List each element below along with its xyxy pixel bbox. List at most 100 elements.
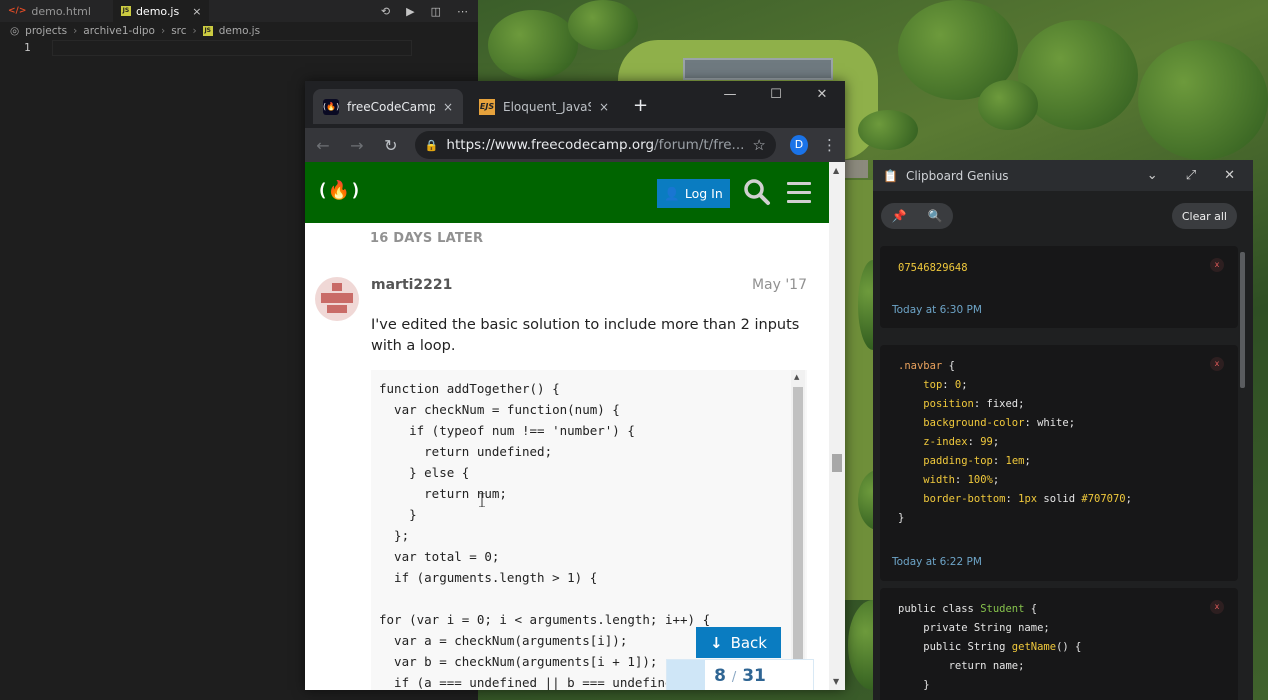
forum-header: (🔥) 👤 Log In <box>305 162 845 223</box>
post-date[interactable]: May '17 <box>752 277 807 293</box>
js-file-icon: JS <box>120 6 131 16</box>
remove-item-button[interactable]: x <box>1210 600 1224 614</box>
tab-label: demo.html <box>31 4 91 18</box>
search-icon[interactable]: 🔍 <box>928 209 943 223</box>
window-title: Clipboard Genius <box>905 168 1009 183</box>
chevron-right-icon: › <box>73 25 78 37</box>
breadcrumb-item[interactable]: src <box>171 25 186 37</box>
forum-page: (🔥) 👤 Log In 16 DAYS LATER marti2221 May… <box>305 162 845 690</box>
run-icon[interactable]: ▶ <box>406 5 414 18</box>
clipboard-item[interactable]: x .navbar { top: 0; position: fixed; bac… <box>880 345 1238 581</box>
tab-demo-html[interactable]: </> demo.html <box>0 0 99 22</box>
tab-eloquent-javascript[interactable]: EJS Eloquent_JavaScript × <box>469 89 619 124</box>
tab-freecodecamp[interactable]: (🔥) freeCodeCamp Forum × <box>313 89 463 124</box>
clip-timestamp: Today at 6:22 PM <box>892 556 982 568</box>
avatar[interactable] <box>315 277 359 321</box>
expand-icon[interactable]: ⤢ <box>1186 168 1196 183</box>
chevron-right-icon: › <box>160 25 166 37</box>
scroll-up-icon[interactable]: ▲ <box>794 373 799 381</box>
profile-avatar[interactable]: D <box>789 135 808 155</box>
tab-label: freeCodeCamp Forum <box>347 99 435 114</box>
breadcrumb-item[interactable]: archive1-dipo <box>83 25 155 37</box>
browser-toolbar: ← → ↻ 🔒 https://www.freecodecamp.org/for… <box>305 128 845 162</box>
chevron-right-icon: › <box>192 25 197 37</box>
chevron-down-icon[interactable]: ⌄ <box>1147 168 1158 183</box>
clipboard-item[interactable]: x 07546829648 Today at 6:30 PM <box>880 246 1238 328</box>
search-icon[interactable] <box>743 178 771 206</box>
scroll-down-icon[interactable]: ▼ <box>833 677 839 686</box>
kebab-menu-icon[interactable]: ⋮ <box>822 136 837 154</box>
page-scrollbar[interactable]: ▲ ▼ <box>829 162 845 690</box>
hamburger-menu-icon[interactable] <box>787 182 811 204</box>
freecodecamp-logo[interactable]: (🔥) <box>317 180 361 201</box>
tab-label: Eloquent_JavaScript <box>503 99 591 114</box>
new-tab-button[interactable]: + <box>633 95 648 116</box>
editor-tab-bar: </> demo.html JS demo.js × ⟲ ▶ ◫ ⋯ <box>0 0 478 22</box>
breadcrumb: ◎ projects › archive1-dipo › src › JS de… <box>0 22 478 40</box>
topic-progress[interactable]: 8 / 31 <box>666 659 814 690</box>
back-button[interactable]: ↓ Back <box>696 627 781 658</box>
breadcrumb-item[interactable]: demo.js <box>219 25 260 37</box>
arrow-down-icon: ↓ <box>710 633 723 652</box>
clip-text: 07546829648 <box>898 262 968 274</box>
address-bar[interactable]: 🔒 https://www.freecodecamp.org/forum/t/f… <box>414 131 776 159</box>
time-gap-label: 16 DAYS LATER <box>370 231 484 246</box>
clipboard-title-bar: 📋 Clipboard Genius ⌄ ⤢ ✕ <box>873 160 1253 191</box>
forward-arrow-icon[interactable]: → <box>347 136 367 155</box>
freecodecamp-favicon: (🔥) <box>323 98 339 115</box>
close-tab-icon[interactable]: × <box>443 100 453 114</box>
maximize-icon[interactable]: ☐ <box>753 87 799 102</box>
post-username[interactable]: marti2221 <box>371 277 452 293</box>
reload-icon[interactable]: ↻ <box>381 136 401 155</box>
clipboard-scrollbar[interactable] <box>1240 252 1245 388</box>
back-arrow-icon[interactable]: ← <box>313 136 333 155</box>
clipboard-item[interactable]: x public class Student { private String … <box>880 588 1238 700</box>
lock-icon[interactable]: 🔒 <box>425 139 439 152</box>
back-label: Back <box>730 633 767 652</box>
clipboard-genius-window: 📋 Clipboard Genius ⌄ ⤢ ✕ 📌 🔍 Clear all x… <box>873 160 1253 700</box>
post-body: I've edited the basic solution to includ… <box>371 317 800 354</box>
progress-total: 31 <box>742 666 766 686</box>
target-icon: ◎ <box>10 25 20 37</box>
close-tab-icon[interactable]: × <box>192 5 201 18</box>
close-tab-icon[interactable]: × <box>599 100 609 114</box>
clip-code: public class Student { private String na… <box>898 603 1082 691</box>
compare-changes-icon[interactable]: ⟲ <box>381 5 390 18</box>
text-cursor-icon <box>479 493 485 507</box>
clipboard-icon: 📋 <box>883 168 898 183</box>
scrollbar-thumb[interactable] <box>793 387 803 677</box>
current-line-highlight <box>52 40 412 56</box>
scrollbar-thumb[interactable] <box>832 454 842 472</box>
user-icon: 👤 <box>664 185 680 201</box>
ejs-favicon: EJS <box>479 98 495 115</box>
code-scrollbar[interactable]: ▲ <box>791 370 805 690</box>
js-file-icon: JS <box>202 26 213 36</box>
login-button[interactable]: 👤 Log In <box>657 179 730 208</box>
scroll-up-icon[interactable]: ▲ <box>833 166 839 175</box>
tab-demo-js[interactable]: JS demo.js × <box>112 0 210 22</box>
pin-icon[interactable]: 📌 <box>892 209 907 223</box>
breadcrumb-item[interactable]: projects <box>25 25 67 37</box>
topic-post: 16 DAYS LATER marti2221 May '17 I've edi… <box>305 223 829 690</box>
close-window-icon[interactable]: ✕ <box>799 87 845 102</box>
code-content: function addTogether() { var checkNum = … <box>379 381 711 690</box>
remove-item-button[interactable]: x <box>1210 357 1224 371</box>
avatar-pixel <box>332 283 342 291</box>
browser-tab-bar: (🔥) freeCodeCamp Forum × EJS Eloquent_Ja… <box>305 81 845 128</box>
progress-separator: / <box>731 670 737 685</box>
clipboard-toolbar: 📌 🔍 Clear all <box>873 191 1253 243</box>
window-controls: — ☐ ✕ <box>707 87 845 102</box>
split-editor-icon[interactable]: ◫ <box>431 5 441 18</box>
close-icon[interactable]: ✕ <box>1224 168 1235 183</box>
minimize-icon[interactable]: — <box>707 87 753 102</box>
login-label: Log In <box>684 186 723 201</box>
chrome-window: (🔥) freeCodeCamp Forum × EJS Eloquent_Ja… <box>305 81 845 690</box>
more-actions-icon[interactable]: ⋯ <box>457 5 468 18</box>
clip-code: .navbar { top: 0; position: fixed; backg… <box>898 360 1132 524</box>
bookmark-star-icon[interactable]: ☆ <box>752 136 765 154</box>
html-file-icon: </> <box>8 6 27 16</box>
avatar-pixel <box>327 305 347 313</box>
clear-all-button[interactable]: Clear all <box>1171 203 1237 229</box>
url-text[interactable]: https://www.freecodecamp.org/forum/t/fre… <box>446 137 744 153</box>
remove-item-button[interactable]: x <box>1210 258 1224 272</box>
